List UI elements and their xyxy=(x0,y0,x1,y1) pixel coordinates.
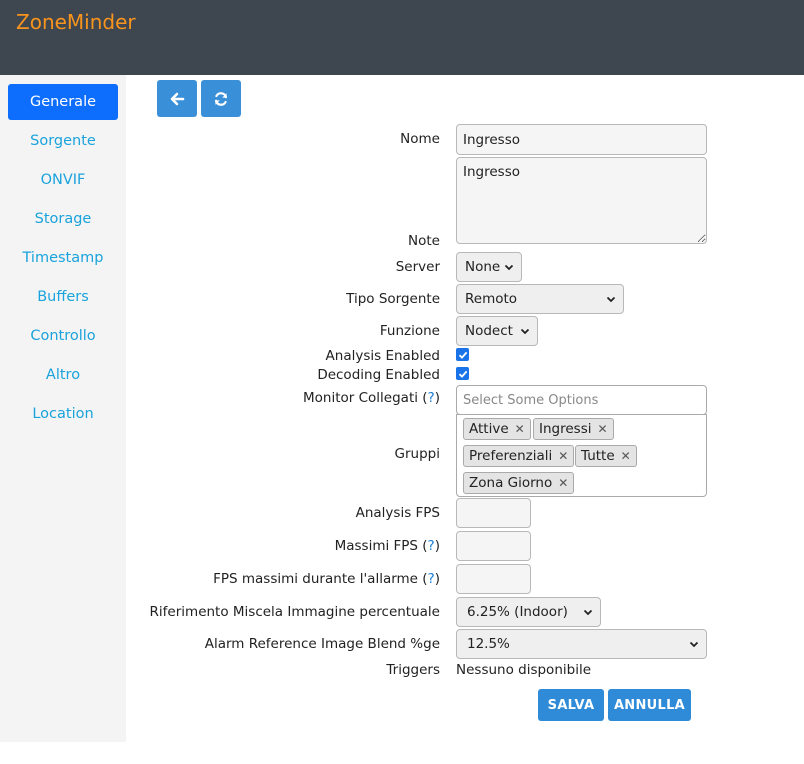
alarm-max-fps-label-close: ) xyxy=(434,571,440,587)
alarm-ref-blend-select-value: 12.5% xyxy=(467,636,510,652)
source-type-select-value: Remoto xyxy=(465,291,518,307)
sidebar-item-altro[interactable]: Altro xyxy=(8,357,118,393)
alarm-max-fps-input[interactable] xyxy=(456,564,531,594)
group-chip: Zona Giorno ✕ xyxy=(463,472,575,494)
alarm-max-fps-label: FPS massimi durante l'allarme (?) xyxy=(213,571,440,587)
max-fps-label: Massimi FPS (?) xyxy=(335,538,440,554)
analysis-enabled-checkbox[interactable] xyxy=(456,348,469,361)
group-chip: Ingressi ✕ xyxy=(533,418,614,440)
sidebar-item-timestamp[interactable]: Timestamp xyxy=(8,240,118,276)
check-icon xyxy=(458,351,467,359)
chevron-down-icon xyxy=(689,641,699,648)
ref-blend-select[interactable]: 6.25% (Indoor) xyxy=(456,597,601,627)
close-icon[interactable]: ✕ xyxy=(558,449,568,463)
linked-monitors-multiselect[interactable]: Select Some Options xyxy=(456,385,707,415)
server-label: Server xyxy=(395,259,440,275)
cancel-button[interactable]: ANNULLA xyxy=(608,689,691,721)
group-chip: Tutte ✕ xyxy=(575,445,637,467)
ref-blend-label: Riferimento Miscela Immagine percentuale xyxy=(149,604,440,620)
name-label: Nome xyxy=(400,131,440,147)
server-select-value: None xyxy=(465,259,501,275)
brand-logo[interactable]: ZoneMinder xyxy=(16,10,136,34)
group-chip: Attive ✕ xyxy=(463,418,531,440)
triggers-label: Triggers xyxy=(386,662,440,678)
chevron-down-icon xyxy=(606,296,616,303)
group-chip-label: Ingressi xyxy=(539,421,592,437)
arrow-left-icon xyxy=(170,92,185,105)
back-button[interactable] xyxy=(157,80,197,117)
close-icon[interactable]: ✕ xyxy=(597,422,607,436)
sidebar-item-buffers[interactable]: Buffers xyxy=(8,279,118,315)
close-icon[interactable]: ✕ xyxy=(558,476,568,490)
sidebar-item-generale[interactable]: Generale xyxy=(8,84,118,120)
top-navbar: ZoneMinder xyxy=(0,0,804,75)
sidebar-item-location[interactable]: Location xyxy=(8,396,118,432)
alarm-ref-blend-label: Alarm Reference Image Blend %ge xyxy=(204,636,440,652)
name-input[interactable] xyxy=(456,124,707,155)
chevron-down-icon xyxy=(504,264,514,271)
chevron-down-icon xyxy=(583,609,593,616)
linked-monitors-label: Monitor Collegati (?) xyxy=(303,390,440,406)
server-select[interactable]: None xyxy=(456,252,522,282)
close-icon[interactable]: ✕ xyxy=(515,422,525,436)
source-type-label: Tipo Sorgente xyxy=(346,291,440,307)
alarm-max-fps-label-text: FPS massimi durante l'allarme ( xyxy=(213,571,428,587)
max-fps-label-close: ) xyxy=(434,538,440,554)
notes-label: Note xyxy=(408,233,440,249)
sidebar-item-sorgente[interactable]: Sorgente xyxy=(8,123,118,159)
chevron-down-icon xyxy=(520,328,530,335)
analysis-enabled-label: Analysis Enabled xyxy=(325,348,440,364)
linked-monitors-placeholder: Select Some Options xyxy=(463,392,599,408)
group-chip-label: Preferenziali xyxy=(469,448,553,464)
source-type-select[interactable]: Remoto xyxy=(456,284,624,314)
refresh-button[interactable] xyxy=(201,80,241,117)
max-fps-help-link[interactable]: ? xyxy=(428,538,435,554)
sidebar-item-storage[interactable]: Storage xyxy=(8,201,118,237)
group-chip-label: Attive xyxy=(469,421,509,437)
function-label: Funzione xyxy=(379,323,440,339)
max-fps-label-text: Massimi FPS ( xyxy=(334,538,428,554)
groups-label: Gruppi xyxy=(394,446,440,462)
save-button[interactable]: SALVA xyxy=(538,689,604,721)
sidebar-item-controllo[interactable]: Controllo xyxy=(8,318,118,354)
alarm-max-fps-help-link[interactable]: ? xyxy=(428,571,435,587)
decoding-enabled-checkbox[interactable] xyxy=(456,367,469,380)
close-icon[interactable]: ✕ xyxy=(621,449,631,463)
sidebar-item-onvif[interactable]: ONVIF xyxy=(8,162,118,198)
notes-textarea[interactable]: Ingresso xyxy=(456,157,707,244)
analysis-fps-label: Analysis FPS xyxy=(355,505,440,521)
group-chip-label: Zona Giorno xyxy=(469,475,553,491)
sidebar: Generale Sorgente ONVIF Storage Timestam… xyxy=(0,75,126,742)
linked-monitors-help-link[interactable]: ? xyxy=(428,390,435,406)
ref-blend-select-value: 6.25% (Indoor) xyxy=(467,604,568,620)
check-icon xyxy=(458,370,467,378)
triggers-value: Nessuno disponibile xyxy=(456,662,591,678)
function-select[interactable]: Nodect xyxy=(456,316,538,346)
linked-monitors-label-text: Monitor Collegati ( xyxy=(303,390,428,406)
refresh-icon xyxy=(214,91,228,106)
group-chip: Preferenziali ✕ xyxy=(463,445,575,467)
groups-multiselect[interactable]: Attive ✕ Ingressi ✕ Preferenziali ✕ Tutte ✕ … xyxy=(456,414,707,497)
max-fps-input[interactable] xyxy=(456,531,531,561)
alarm-ref-blend-select[interactable]: 12.5% xyxy=(456,629,707,659)
linked-monitors-label-close: ) xyxy=(434,390,440,406)
function-select-value: Nodect xyxy=(465,323,513,339)
decoding-enabled-label: Decoding Enabled xyxy=(317,367,440,383)
analysis-fps-input[interactable] xyxy=(456,498,531,528)
group-chip-label: Tutte xyxy=(581,448,615,464)
